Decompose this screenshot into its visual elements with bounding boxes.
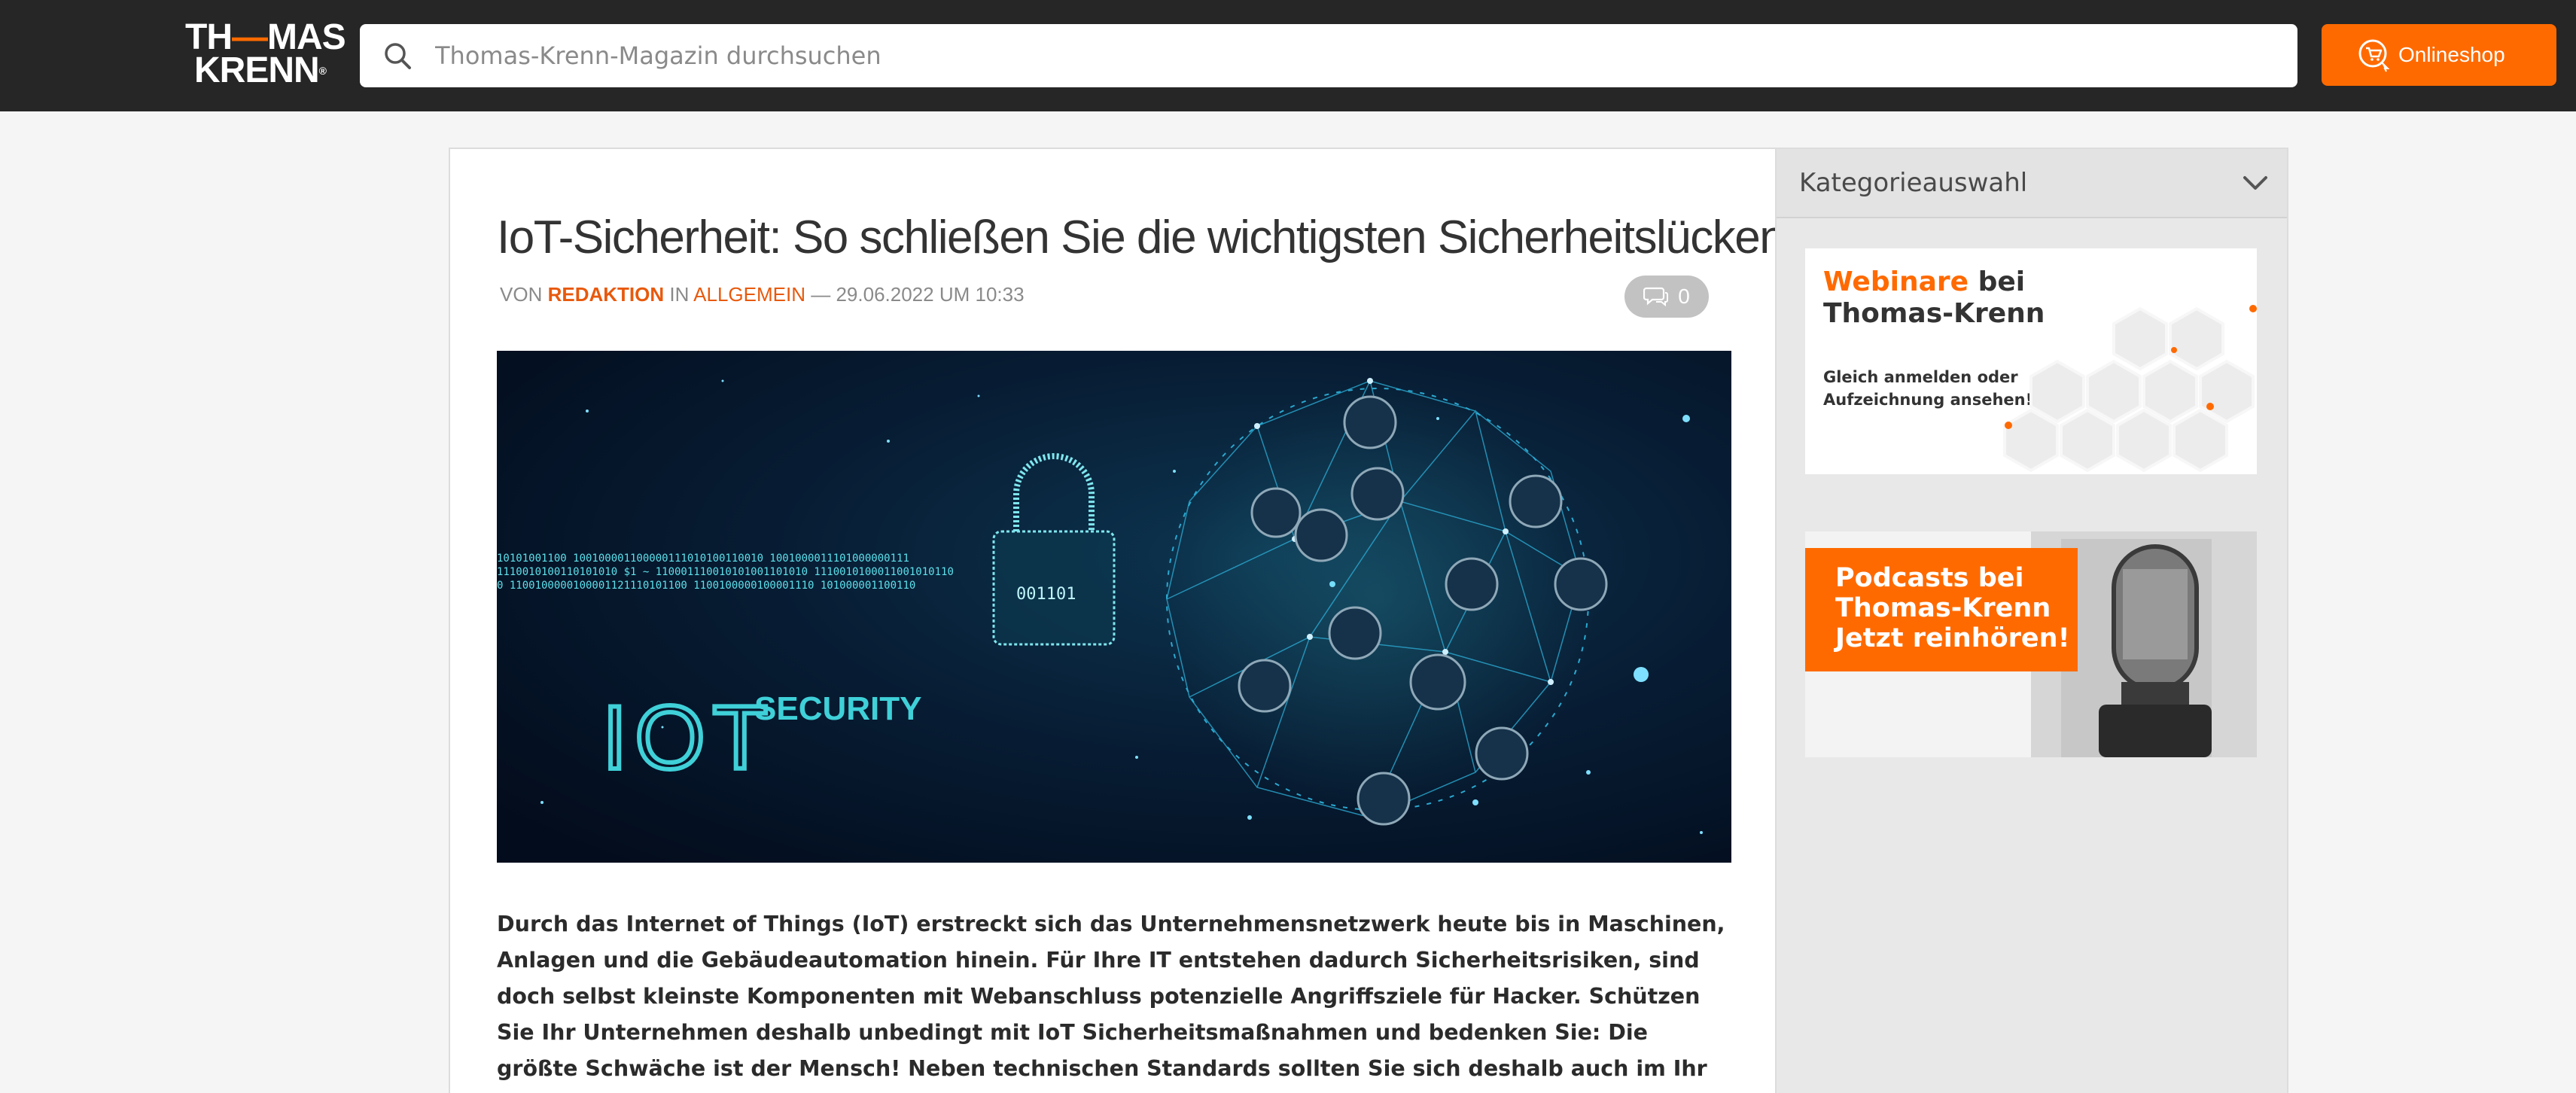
shop-cart-icon: [2358, 39, 2390, 72]
category-select-label: Kategorieauswahl: [1799, 168, 2028, 198]
svg-text:1110010100110101010 $1 ~ 110: 1110010100110101010 $1 ~ 110001110010101…: [497, 566, 954, 578]
webinar-word: Webinare: [1823, 266, 1969, 297]
logo-registered-mark: ®: [318, 65, 327, 77]
publish-date: 29.06.2022 UM 10:33: [836, 283, 1025, 306]
hero-iot-text: IOT: [602, 687, 775, 788]
meta-separator: —: [811, 283, 831, 306]
thomas-krenn-logo[interactable]: TH—MAS KRENN®: [185, 20, 346, 90]
binary-streams: 10101001100 1001000011000001110101001100…: [497, 553, 954, 592]
logo-text-krenn: KRENN: [194, 50, 320, 90]
svg-text:0 110010000010000112111010: 0 1100100000100001121110101100 110010000…: [497, 580, 915, 592]
chevron-down-icon: [2243, 176, 2267, 190]
article-lead-paragraph: Durch das Internet of Things (IoT) erstr…: [497, 912, 1725, 1093]
webinar-bei: bei: [1969, 266, 2026, 297]
comment-bubble-icon: [1643, 287, 1669, 307]
search-bar: [360, 24, 2297, 87]
hero-image-iot-security: 10101001100 1001000011000001110101001100…: [497, 351, 1731, 863]
sidebar: Kategorieauswahl Webinare bei Thomas-Kre…: [1775, 148, 2288, 1093]
hexagon-pattern: [2003, 305, 2257, 473]
webinar-banner[interactable]: Webinare bei Thomas-Krenn Gleich anmelde…: [1805, 248, 2257, 474]
top-header: TH—MAS KRENN® Onlineshop: [0, 0, 2576, 111]
category-select[interactable]: Kategorieauswahl: [1777, 149, 2287, 218]
search-icon[interactable]: [360, 24, 435, 87]
hero-security-text: SECURITY: [754, 690, 921, 727]
article-title: IoT-Sicherheit: So schließen Sie die wic…: [497, 212, 1786, 263]
onlineshop-label: Onlineshop: [2398, 43, 2505, 66]
meta-by-label: VON: [500, 283, 543, 306]
article-card: IoT-Sicherheit: So schließen Sie die wic…: [449, 148, 1786, 1093]
meta-in-label: IN: [669, 283, 690, 306]
podcast-banner[interactable]: Podcasts bei Thomas-Krenn Jetzt reinhöre…: [1805, 531, 2257, 757]
podcast-line3: Jetzt reinhören!: [1835, 623, 2070, 653]
author-link[interactable]: REDAKTION: [548, 283, 665, 306]
comment-count: 0: [1678, 285, 1690, 308]
svg-text:10101001100 1001000011000001: 10101001100 1001000011000001110101001100…: [497, 553, 909, 565]
comment-count-badge[interactable]: 0: [1624, 276, 1709, 318]
onlineshop-button[interactable]: Onlineshop: [2322, 24, 2556, 86]
search-input[interactable]: [435, 26, 2297, 86]
article-meta: VON REDAKTION IN ALLGEMEIN — 29.06.2022 …: [500, 283, 1025, 306]
svg-text:001101: 001101: [1016, 585, 1076, 604]
podcast-line1: Podcasts bei: [1835, 563, 2024, 593]
podcast-banner-title: Podcasts bei Thomas-Krenn Jetzt reinhöre…: [1835, 563, 2070, 653]
podcast-line2: Thomas-Krenn: [1835, 593, 2051, 623]
category-link[interactable]: ALLGEMEIN: [693, 283, 805, 306]
